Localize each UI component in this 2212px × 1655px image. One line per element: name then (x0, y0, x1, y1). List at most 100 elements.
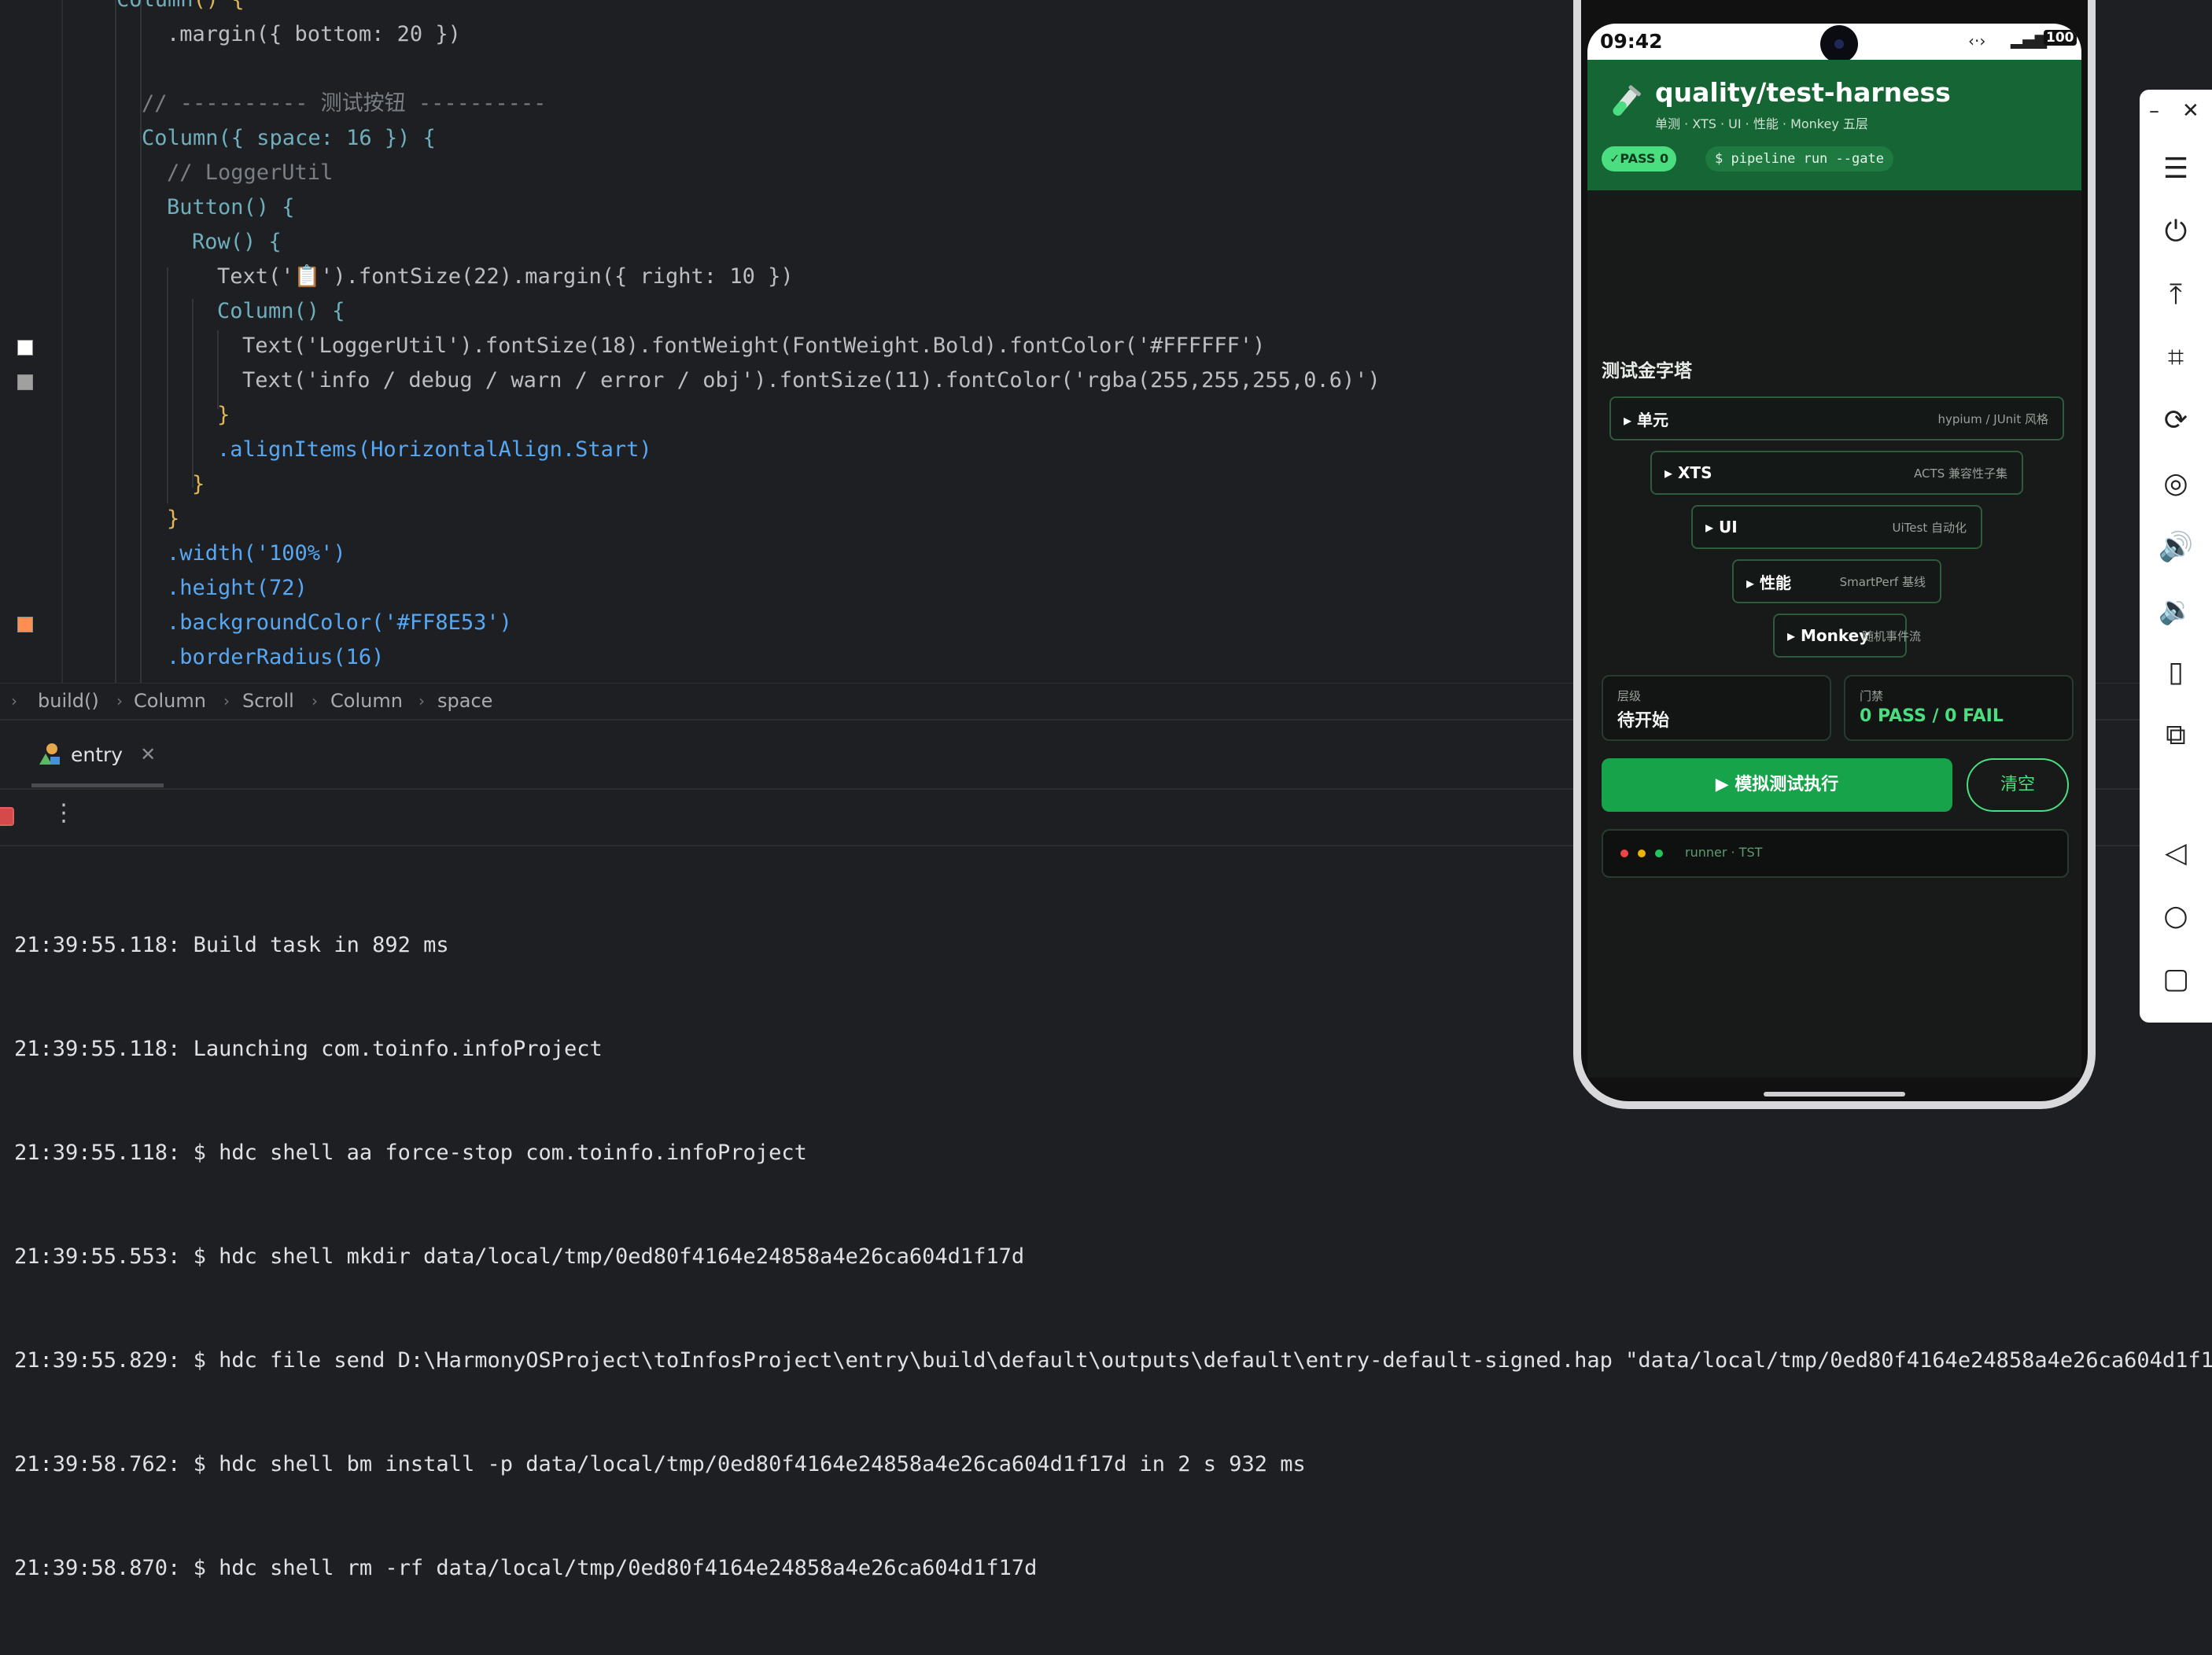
front-camera (1820, 25, 1858, 63)
code-line[interactable]: Row() { (192, 225, 282, 260)
pyramid-layer-monkey[interactable]: ▸ Monkey 随机事件流 (1773, 614, 1921, 658)
breadcrumb-separator: › (418, 691, 425, 710)
red-dot-icon (1620, 850, 1628, 857)
code-line[interactable]: Text('LoggerUtil').fontSize(18).fontWeig… (242, 329, 1265, 363)
level-value: 待开始 (1617, 711, 1670, 731)
code-line[interactable]: Button() { (167, 190, 295, 225)
pyramid-layer-unit[interactable]: ▸ 单元 hypium / JUnit 风格 (1609, 396, 2064, 440)
pyramid-layer-performance[interactable]: ▸ 性能 SmartPerf 基线 (1732, 559, 1941, 603)
pyramid-layer-desc: 随机事件流 (1861, 628, 1921, 643)
console-line: 21:39:58.762: $ hdc shell bm install -p … (14, 1452, 1306, 1476)
breadcrumb-item[interactable]: Scroll (242, 690, 294, 712)
code-line[interactable]: } (192, 467, 205, 502)
fold-icon[interactable]: ▯ (2140, 656, 2212, 688)
breadcrumb-separator: › (116, 691, 123, 710)
recents-icon[interactable]: ▢ (2140, 963, 2212, 995)
code-comment[interactable]: // LoggerUtil (167, 156, 333, 190)
code-line[interactable]: Column() { (217, 294, 345, 329)
console-line: 21:39:55.553: $ hdc shell mkdir data/loc… (14, 1244, 1025, 1269)
volume-down-icon[interactable]: 🔉 (2140, 593, 2212, 626)
yellow-dot-icon (1638, 850, 1646, 857)
command-chip: $ pipeline run --gate (1705, 146, 1893, 171)
indent-guide (192, 299, 194, 488)
level-card: 层级 待开始 (1602, 675, 1831, 741)
home-indicator[interactable] (1764, 1092, 1905, 1097)
section-title: 测试金字塔 (1602, 361, 1692, 381)
network-icon: ‹·› (1968, 31, 1986, 50)
breadcrumb-separator: › (223, 691, 230, 710)
breadcrumb-item[interactable]: Column (134, 690, 206, 712)
code-line[interactable]: .alignItems(HorizontalAlign.Start) (217, 433, 652, 467)
more-options-icon[interactable]: ⋮ (52, 799, 76, 827)
back-icon[interactable]: ◁ (2140, 837, 2212, 869)
green-dot-icon (1655, 850, 1663, 857)
pyramid-layer-name: ▸ Monkey (1787, 626, 1870, 645)
pyramid-layer-name: ▸ 单元 (1624, 410, 1669, 429)
code-line[interactable]: } (217, 398, 230, 433)
indent-guide (115, 0, 116, 683)
multi-device-icon[interactable]: ⧉ (2140, 719, 2212, 752)
pin-top-icon[interactable]: ⤒ (2140, 278, 2212, 311)
indent-guide (217, 330, 219, 409)
code-line[interactable]: .backgroundColor('#FF8E53') (167, 606, 512, 640)
pyramid-layer-desc: ACTS 兼容性子集 (1914, 466, 2007, 481)
pyramid-layer-desc: UiTest 自动化 (1892, 520, 1967, 535)
volume-up-icon[interactable]: 🔊 (2140, 530, 2212, 563)
code-line[interactable]: Text('📋').fontSize(22).margin({ right: 1… (217, 260, 794, 294)
status-bar: 09:42 ‹·› ▂▄▆ 100 (1587, 24, 2081, 63)
pyramid-layer-name: ▸ 性能 (1746, 573, 1792, 592)
code-line[interactable]: .margin({ bottom: 20 }) (167, 17, 461, 52)
pyramid-layer-desc: hypium / JUnit 风格 (1937, 411, 2048, 426)
close-icon[interactable]: ✕ (2182, 99, 2199, 123)
close-icon[interactable]: ✕ (140, 743, 156, 765)
color-swatch-orange[interactable] (17, 617, 33, 632)
header-subtitle: 单测 · XTS · UI · 性能 · Monkey 五层 (1655, 116, 1868, 131)
pass-badge: ✓PASS 0 (1602, 146, 1677, 171)
pyramid-layer-ui[interactable]: ▸ UI UiTest 自动化 (1691, 505, 1982, 549)
pyramid-layer-xts[interactable]: ▸ XTS ACTS 兼容性子集 (1650, 451, 2023, 495)
device-preview: 09:42 ‹·› ▂▄▆ 100 quality/test-harness 单… (1573, 0, 2096, 1109)
gate-card: 门禁 0 PASS / 0 FAIL (1844, 675, 2074, 741)
gutter-separator (61, 0, 63, 683)
code-comment[interactable]: // ---------- 测试按钮 ---------- (142, 87, 546, 121)
console-line: 21:39:55.829: $ hdc file send D:\Harmony… (14, 1348, 2212, 1373)
code-line[interactable]: } (167, 502, 179, 536)
code-line[interactable]: .width('100%') (167, 536, 346, 571)
crop-icon[interactable]: ⌗ (2140, 341, 2212, 374)
code-line[interactable]: Column() { (116, 0, 245, 17)
header-title: quality/test-harness (1655, 77, 1951, 108)
color-swatch-gray[interactable] (17, 374, 33, 390)
pyramid-layer-name: ▸ XTS (1665, 463, 1712, 482)
test-tube-icon (1613, 85, 1641, 116)
code-line[interactable]: Text('info / debug / warn / error / obj'… (242, 363, 1381, 398)
menu-icon[interactable]: ☰ (2140, 153, 2212, 185)
code-line-column: Column({ space: 16 }) { (142, 126, 436, 150)
power-icon[interactable]: ⏻ (2140, 216, 2212, 249)
entry-module-icon (39, 743, 60, 765)
screenshot-icon[interactable]: ◎ (2140, 467, 2212, 499)
breadcrumb-separator: › (11, 691, 17, 710)
app-header: quality/test-harness 单测 · XTS · UI · 性能 … (1587, 60, 2081, 190)
stop-icon[interactable] (0, 807, 14, 826)
breadcrumb-item[interactable]: space (437, 690, 492, 712)
code-line[interactable]: .height(72) (167, 571, 308, 606)
pyramid-layer-name: ▸ UI (1705, 518, 1738, 536)
device-bezel: 09:42 ‹·› ▂▄▆ 100 quality/test-harness 单… (1581, 0, 2088, 1101)
rotate-icon[interactable]: ⟳ (2140, 404, 2212, 437)
run-tests-button[interactable]: ▶ 模拟测试执行 (1602, 758, 1952, 812)
breadcrumb-separator: › (312, 691, 318, 710)
breadcrumb-item[interactable]: build() (38, 690, 99, 712)
signal-icon: ▂▄▆ (2011, 30, 2048, 49)
battery-icon: 100 (2044, 30, 2077, 46)
clear-button[interactable]: 清空 (1967, 758, 2069, 812)
code-line[interactable]: Column({ space: 16 }) { (142, 121, 436, 156)
device-screen[interactable]: 09:42 ‹·› ▂▄▆ 100 quality/test-harness 单… (1587, 24, 2081, 1078)
indent-guide (167, 267, 168, 503)
color-swatch-white[interactable] (17, 340, 33, 356)
code-line[interactable]: .borderRadius(16) (167, 640, 384, 675)
runner-label: runner · TST (1685, 845, 1763, 860)
tab-entry[interactable]: entry ✕ (36, 735, 156, 774)
emulator-toolbar: – ✕ ☰ ⏻ ⤒ ⌗ ⟳ ◎ 🔊 🔉 ▯ ⧉ ◁ ○ ▢ (2140, 90, 2212, 1023)
breadcrumb-item[interactable]: Column (330, 690, 403, 712)
home-icon[interactable]: ○ (2140, 900, 2212, 932)
